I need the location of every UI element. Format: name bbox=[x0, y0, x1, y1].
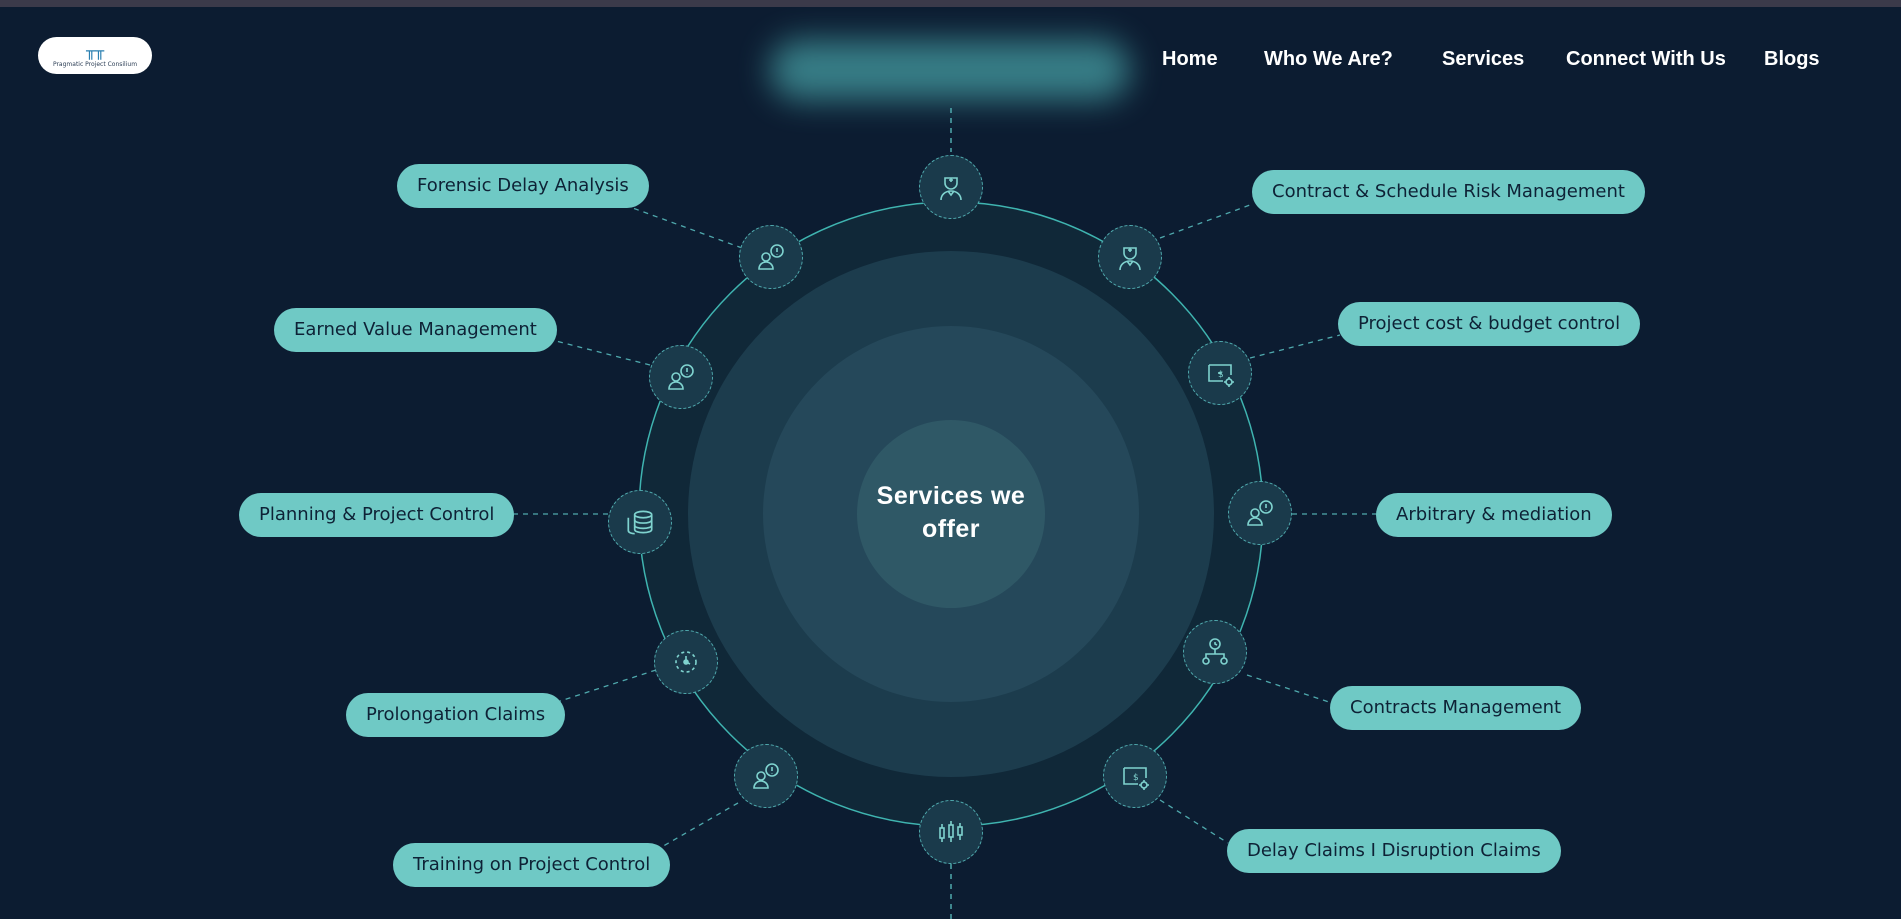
service-forensic-delay-analysis[interactable]: Forensic Delay Analysis bbox=[397, 164, 649, 208]
person-alert-icon[interactable] bbox=[649, 345, 713, 409]
clock-progress-icon[interactable] bbox=[654, 630, 718, 694]
service-planning-project-control[interactable]: Planning & Project Control bbox=[239, 493, 515, 537]
money-gear-icon[interactable]: $ bbox=[1188, 341, 1252, 405]
services-diagram bbox=[506, 108, 1378, 919]
candlestick-chart-icon[interactable] bbox=[919, 800, 983, 864]
service-training-on-project-control[interactable]: Training on Project Control bbox=[393, 843, 671, 887]
person-alert-icon[interactable] bbox=[1228, 481, 1292, 545]
service-contract-schedule-risk-management[interactable]: Contract & Schedule Risk Management bbox=[1252, 170, 1645, 214]
engineer-icon[interactable] bbox=[919, 155, 983, 219]
money-gear-icon[interactable]: $ bbox=[1103, 744, 1167, 808]
coins-stack-icon[interactable] bbox=[608, 490, 672, 554]
person-alert-icon[interactable] bbox=[734, 744, 798, 808]
service-arbitrary-mediation[interactable]: Arbitrary & mediation bbox=[1376, 493, 1612, 537]
service-prolongation-claims[interactable]: Prolongation Claims bbox=[346, 693, 566, 737]
hierarchy-icon[interactable] bbox=[1183, 620, 1247, 684]
hub-title: Services we offer bbox=[876, 482, 1026, 543]
service-contracts-management[interactable]: Contracts Management bbox=[1330, 686, 1582, 730]
svg-text:$: $ bbox=[1133, 773, 1139, 783]
svg-text:$: $ bbox=[1218, 370, 1224, 380]
engineer-icon[interactable] bbox=[1098, 225, 1162, 289]
person-alert-icon[interactable] bbox=[739, 225, 803, 289]
service-earned-value-management[interactable]: Earned Value Management bbox=[274, 308, 557, 352]
service-project-cost-budget-control[interactable]: Project cost & budget control bbox=[1338, 302, 1641, 346]
service-delay-claims-disruption-claims[interactable]: Delay Claims I Disruption Claims bbox=[1227, 829, 1561, 873]
